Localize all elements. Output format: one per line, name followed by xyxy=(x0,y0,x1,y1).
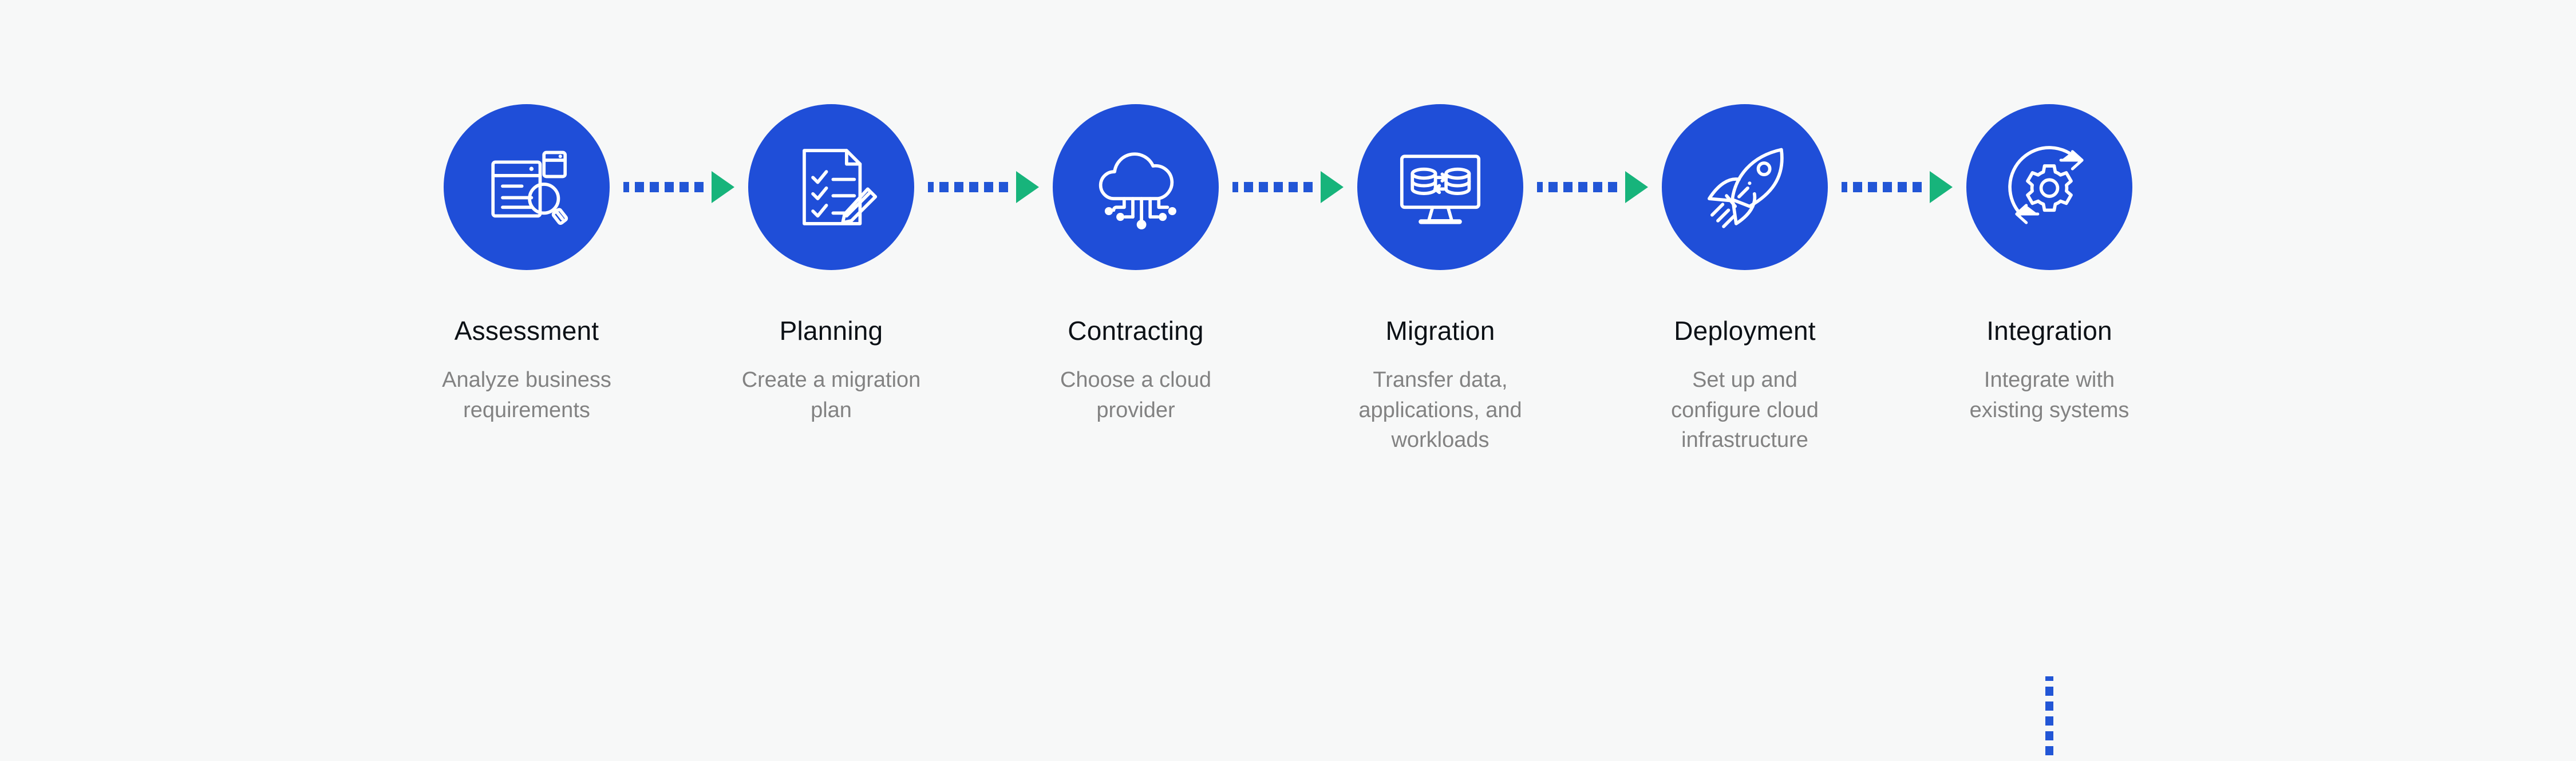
dash-segment xyxy=(969,182,978,192)
step-title: Contracting xyxy=(1068,316,1204,346)
dash-segment xyxy=(1244,182,1253,192)
dotted-arrow-right-icon xyxy=(623,182,629,192)
step-description: Analyze business requirements xyxy=(442,368,611,422)
checklist-pencil-icon xyxy=(803,149,878,225)
step-title: Migration xyxy=(1385,316,1495,346)
dash-segment xyxy=(1913,182,1922,192)
dash-segment xyxy=(665,182,674,192)
dash-segment xyxy=(650,182,659,192)
process-step-integration[interactable]: Integration Integrate with existing syst… xyxy=(1935,104,2164,755)
step-description: Set up and configure cloud infrastructur… xyxy=(1671,368,1819,453)
process-step-deployment[interactable]: Deployment Set up and configure cloud in… xyxy=(1630,104,1859,455)
gear-cycle-icon xyxy=(2008,146,2084,224)
step-title: Assessment xyxy=(454,316,599,346)
step-icon-circle-deployment xyxy=(1662,104,1828,270)
dash-segment xyxy=(679,182,689,192)
dash-segment xyxy=(635,182,644,192)
connector-migration-to-deployment xyxy=(1537,104,1648,270)
vertical-dash-segment xyxy=(2045,746,2053,755)
dash-segment xyxy=(939,182,949,192)
dash-segment xyxy=(1578,182,1587,192)
connector-deployment-to-integration xyxy=(1842,104,1953,270)
step-icon-circle-assessment xyxy=(444,104,610,270)
dash-segment xyxy=(1593,182,1602,192)
step-description: Transfer data, applications, and workloa… xyxy=(1358,368,1522,453)
step-title: Integration xyxy=(1986,316,2112,346)
dash-segment xyxy=(1274,182,1283,192)
dash-segment xyxy=(1868,182,1877,192)
step-description: Integrate with existing systems xyxy=(1969,368,2129,422)
dotted-arrow-right-icon xyxy=(1842,182,1847,192)
step-title: Deployment xyxy=(1674,316,1816,346)
dash-segment xyxy=(1853,182,1862,192)
process-step-contracting[interactable]: Contracting Choose a cloud provider xyxy=(1021,104,1250,425)
vertical-dash-segment xyxy=(2045,687,2053,696)
vertical-dash-segment xyxy=(2045,716,2053,726)
dash-segment xyxy=(1883,182,1892,192)
vertical-dash-segment xyxy=(2045,701,2053,711)
process-step-planning[interactable]: Planning Create a migration plan xyxy=(717,104,946,425)
dash-segment xyxy=(954,182,963,192)
step-description: Create a migration plan xyxy=(741,368,921,422)
document-magnifier-icon xyxy=(491,150,568,225)
rocket-icon xyxy=(1707,148,1784,228)
dash-segment xyxy=(1608,182,1617,192)
dash-segment xyxy=(1303,182,1313,192)
process-step-migration[interactable]: Migration Transfer data, applications, a… xyxy=(1326,104,1555,455)
dash-segment xyxy=(999,182,1008,192)
monitor-database-transfer-icon xyxy=(1400,154,1481,224)
dash-segment xyxy=(1289,182,1298,192)
step-icon-circle-migration xyxy=(1357,104,1523,270)
vertical-dash-segment xyxy=(2045,676,2053,681)
dash-segment xyxy=(984,182,993,192)
step-icon-circle-planning xyxy=(748,104,914,270)
cloud-network-icon xyxy=(1099,152,1176,229)
vertical-dash-segment xyxy=(2045,731,2053,740)
dash-segment xyxy=(1259,182,1268,192)
dash-segment xyxy=(1898,182,1907,192)
step-icon-circle-integration xyxy=(1966,104,2132,270)
dotted-arrow-right-icon xyxy=(1537,182,1543,192)
process-flow-diagram: Assessment Analyze business requirements xyxy=(0,0,2576,755)
step-description: Choose a cloud provider xyxy=(1060,368,1212,422)
dotted-arrow-right-icon xyxy=(928,182,934,192)
dash-segment xyxy=(1548,182,1558,192)
step-title: Planning xyxy=(779,316,883,346)
dash-segment xyxy=(694,182,704,192)
connector-planning-to-contracting xyxy=(928,104,1039,270)
process-step-assessment[interactable]: Assessment Analyze business requirements xyxy=(412,104,641,425)
connector-contracting-to-migration xyxy=(1232,104,1344,270)
dash-segment xyxy=(1563,182,1573,192)
dotted-arrow-right-icon xyxy=(1232,182,1238,192)
step-icon-circle-contracting xyxy=(1053,104,1219,270)
connector-assessment-to-planning xyxy=(623,104,734,270)
trailing-vertical-dotted-connector xyxy=(2045,676,2053,761)
